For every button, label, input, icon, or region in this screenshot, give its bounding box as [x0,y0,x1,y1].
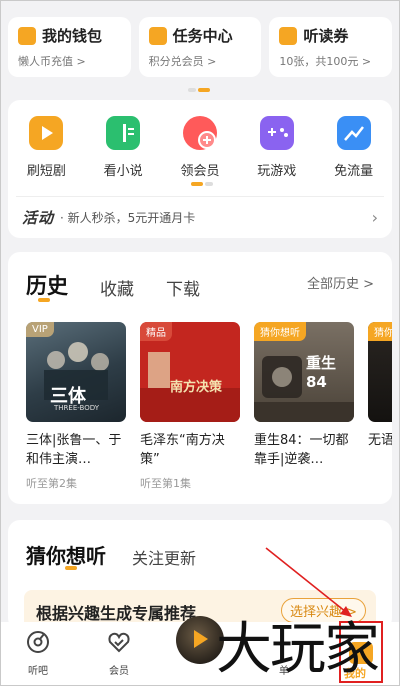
watermark: 大玩家 [216,617,380,682]
annotation-arrow [265,547,352,617]
